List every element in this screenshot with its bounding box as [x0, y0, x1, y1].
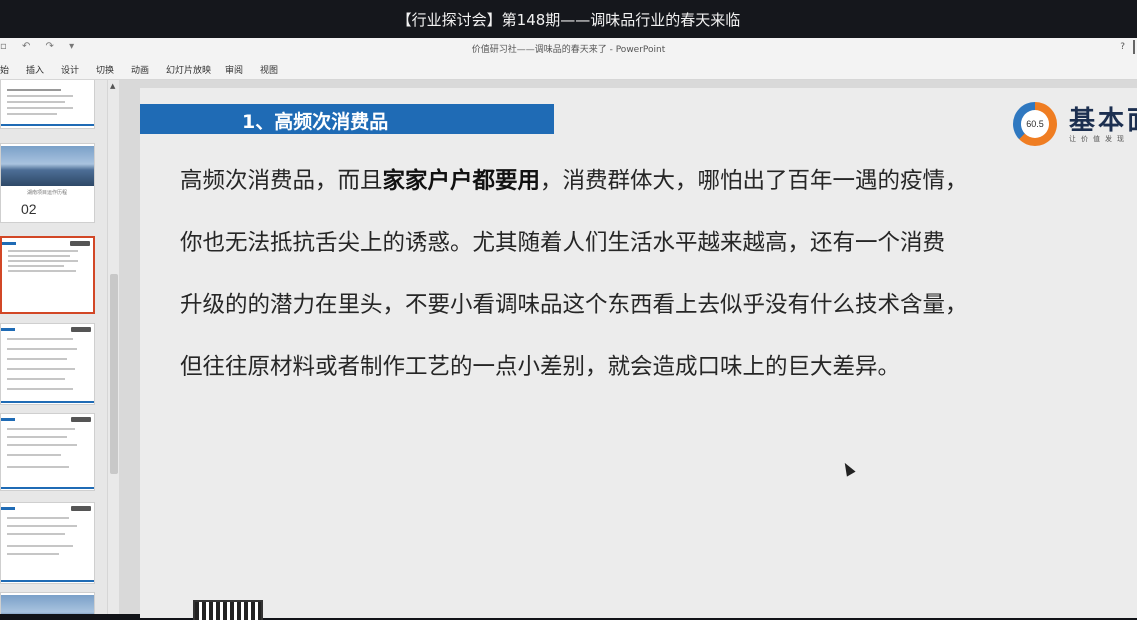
window-edge — [1133, 40, 1135, 54]
logo-tagline: 让价值发现 — [1069, 135, 1129, 143]
tab-design[interactable]: 设计 — [61, 63, 79, 76]
quick-access-toolbar: ▫ ↶ ↷ ▾ 价值研习社——调味品的春天来了 - PowerPoint ? — [0, 38, 1137, 58]
qr-code-icon — [193, 600, 263, 620]
paragraph-line-1: 高频次消费品，而且家家户户都要用，消费群体大，哪怕出了百年一遇的疫情， — [180, 168, 968, 194]
paragraph-line-3: 升级的的潜力在里头，不要小看调味品这个东西看上去似乎没有什么技术含量， — [180, 292, 968, 318]
video-title: 【行业探讨会】第148期——调味品行业的春天来临 — [0, 0, 1137, 38]
slide-thumbnail[interactable] — [0, 323, 95, 405]
emphasis-text: 家家户户都要用 — [382, 168, 541, 194]
slide-heading: 1、高频次消费品 — [242, 111, 389, 133]
slide-paragraph: 高频次消费品，而且家家户户都要用，消费群体大，哪怕出了百年一遇的疫情， 你也无法… — [180, 150, 1110, 398]
slide-thumbnail[interactable]: 湖南项目运作历程 02 — [0, 143, 95, 223]
logo-name: 基本面 — [1069, 106, 1137, 136]
slide-thumbnail-selected[interactable] — [0, 236, 95, 314]
thumbnail-caption: 湖南项目运作历程 — [27, 190, 68, 196]
slide-thumbnail[interactable] — [0, 592, 95, 614]
help-icon[interactable]: ? — [1120, 42, 1125, 52]
slide-thumbnail[interactable] — [0, 80, 95, 129]
logo-score: 60.5 — [1021, 110, 1049, 138]
slide-thumbnail[interactable] — [0, 413, 95, 491]
thumbnail-scrollbar[interactable]: ▲ — [107, 80, 119, 614]
tab-slideshow[interactable]: 幻灯片放映 — [166, 63, 211, 76]
tab-view[interactable]: 视图 — [260, 63, 278, 76]
tab-animations[interactable]: 动画 — [131, 63, 149, 76]
city-image — [1, 146, 94, 186]
logo-gauge-icon: 60.5 — [1013, 102, 1057, 146]
tab-home[interactable]: 始 — [0, 63, 9, 76]
scrollbar-thumb[interactable] — [110, 274, 118, 474]
powerpoint-window: ▫ ↶ ↷ ▾ 价值研习社——调味品的春天来了 - PowerPoint ? 始… — [0, 38, 1137, 620]
slide-thumbnail[interactable] — [0, 502, 95, 584]
current-slide[interactable]: 1、高频次消费品 60.5 基本面 让价值发现 高频次消费品，而且家家户户都要用… — [140, 88, 1137, 620]
section-number: 02 — [21, 201, 37, 217]
tab-review[interactable]: 审阅 — [225, 63, 243, 76]
ribbon-tabs: 始 插入 设计 切换 动画 幻灯片放映 审阅 视图 — [0, 58, 1137, 80]
city-image — [1, 595, 94, 614]
slide-editing-area: 1、高频次消费品 60.5 基本面 让价值发现 高频次消费品，而且家家户户都要用… — [119, 80, 1137, 620]
tab-transitions[interactable]: 切换 — [96, 63, 114, 76]
slide-thumbnail-pane: 湖南项目运作历程 02 — [0, 80, 107, 614]
scroll-up-icon[interactable]: ▲ — [110, 82, 115, 90]
window-title: 价值研习社——调味品的春天来了 - PowerPoint — [471, 45, 666, 55]
paragraph-line-2: 你也无法抵抗舌尖上的诱惑。尤其随着人们生活水平越来越高，还有一个消费 — [180, 230, 946, 256]
paragraph-line-4: 但往往原材料或者制作工艺的一点小差别，就会造成口味上的巨大差异。 — [180, 354, 901, 380]
tab-insert[interactable]: 插入 — [26, 63, 44, 76]
